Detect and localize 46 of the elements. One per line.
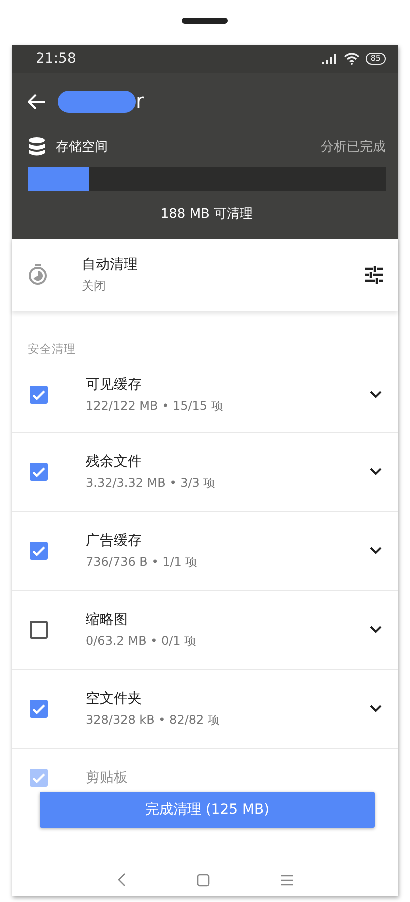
category-detail: 122/122 MB • 15/15 项 — [86, 398, 224, 414]
category-name: 残余文件 — [86, 452, 143, 470]
category-detail: 736/736 B • 1/1 项 — [86, 554, 199, 570]
category-name: 广告缓存 — [86, 532, 143, 550]
clean-category-row[interactable]: 广告缓存 736/736 B • 1/1 项 — [12, 512, 398, 591]
battery-indicator: 85 — [366, 53, 386, 65]
chevron-down-icon[interactable] — [370, 626, 382, 634]
storage-label: 存储空间 — [56, 139, 108, 156]
chevron-down-icon[interactable] — [370, 705, 382, 713]
category-name: 剪贴板 — [86, 769, 129, 787]
auto-clean-status: 关闭 — [82, 278, 107, 294]
checkbox[interactable] — [30, 769, 48, 787]
category-name: 空文件夹 — [86, 690, 143, 708]
wifi-icon — [344, 53, 360, 65]
settings-sliders-icon[interactable] — [364, 266, 384, 284]
signal-icon — [322, 54, 338, 64]
back-nav-icon[interactable] — [118, 873, 126, 887]
chevron-down-icon[interactable] — [370, 468, 382, 476]
category-name: 可见缓存 — [86, 376, 143, 394]
chevron-down-icon[interactable] — [370, 547, 382, 555]
clean-category-row[interactable]: 残余文件 3.32/3.32 MB • 3/3 项 — [12, 433, 398, 512]
category-detail: 328/328 kB • 82/82 项 — [86, 712, 221, 728]
auto-clean-title: 自动清理 — [82, 256, 139, 274]
section-title: 安全清理 — [27, 341, 77, 358]
back-arrow-icon[interactable] — [28, 94, 46, 110]
checkbox[interactable] — [30, 542, 48, 560]
home-nav-icon[interactable] — [196, 874, 210, 886]
clean-category-row[interactable]: 空文件夹 328/328 kB • 82/82 项 — [12, 670, 398, 749]
category-detail: 3.32/3.32 MB • 3/3 项 — [86, 474, 217, 492]
status-time: 21:58 — [36, 51, 76, 67]
chevron-down-icon[interactable] — [370, 391, 382, 399]
checkbox[interactable] — [30, 621, 48, 639]
clean-category-row[interactable]: 可见缓存 122/122 MB • 15/15 项 — [12, 358, 398, 433]
notch-bar — [182, 18, 228, 24]
checkbox[interactable] — [30, 700, 48, 718]
analysis-status: 分析已完成 — [321, 139, 386, 156]
app-title: r — [136, 89, 144, 113]
checkbox[interactable] — [30, 386, 48, 404]
category-detail: 0/63.2 MB • 0/1 项 — [86, 632, 198, 650]
cleanable-size: 188 MB 可清理 — [160, 206, 254, 223]
database-icon — [28, 137, 46, 157]
checkbox[interactable] — [30, 463, 48, 481]
menu-nav-icon[interactable] — [280, 874, 292, 886]
clean-category-row[interactable]: 缩略图 0/63.2 MB • 0/1 项 — [12, 591, 398, 670]
category-name: 缩略图 — [86, 610, 129, 628]
stopwatch-icon — [28, 264, 48, 286]
